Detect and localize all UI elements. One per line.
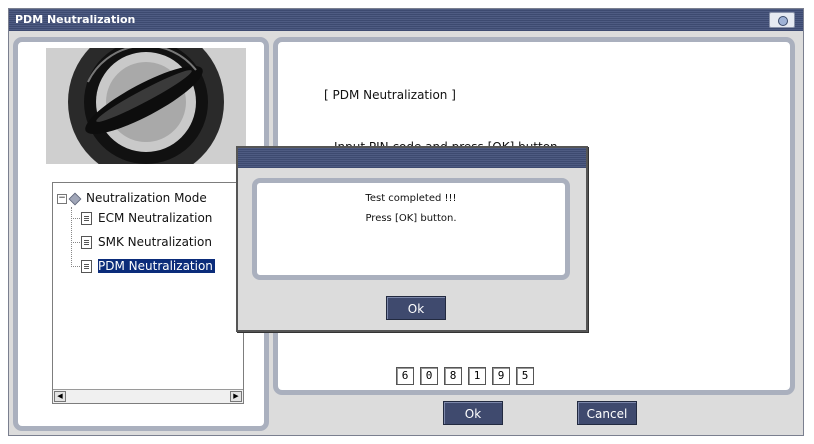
dialog-message-line2: Press [OK] button. — [365, 213, 457, 224]
camera-icon[interactable] — [769, 12, 795, 28]
pin-digit-field[interactable]: 8 — [444, 367, 462, 385]
title-bar: PDM Neutralization — [9, 9, 803, 31]
dialog-title-bar — [238, 148, 586, 168]
dialog-message-box: Test completed !!! Press [OK] button. — [252, 178, 570, 280]
window-title: PDM Neutralization — [15, 13, 136, 26]
dialog-ok-button[interactable]: Ok — [386, 296, 446, 320]
result-dialog: Test completed !!! Press [OK] button. Ok — [236, 146, 588, 332]
key-photo — [46, 48, 246, 164]
tree-item-smk[interactable]: SMK Neutralization — [81, 233, 212, 251]
tree-root[interactable]: − Neutralization Mode — [57, 189, 207, 207]
tree-item-label: ECM Neutralization — [98, 211, 213, 225]
ok-button[interactable]: Ok — [443, 401, 503, 425]
content-heading: [ PDM Neutralization ] — [324, 88, 456, 102]
tree-item-ecm[interactable]: ECM Neutralization — [81, 209, 212, 227]
neutralization-tree: − Neutralization Mode ECM Neutralization … — [52, 182, 244, 404]
pin-code-fields: 608195 — [396, 364, 540, 385]
left-panel: − Neutralization Mode ECM Neutralization … — [13, 37, 269, 431]
tree-item-pdm[interactable]: PDM Neutralization — [81, 257, 215, 275]
dialog-message-line1: Test completed !!! — [365, 193, 457, 204]
tree-root-label: Neutralization Mode — [86, 191, 207, 205]
pin-digit-field[interactable]: 9 — [492, 367, 510, 385]
pin-digit-field[interactable]: 5 — [516, 367, 534, 385]
minus-box-icon[interactable]: − — [57, 193, 67, 204]
tree-item-label: PDM Neutralization — [98, 259, 215, 273]
cancel-button[interactable]: Cancel — [577, 401, 637, 425]
document-icon — [81, 212, 92, 225]
pin-digit-field[interactable]: 1 — [468, 367, 486, 385]
pin-digit-field[interactable]: 0 — [420, 367, 438, 385]
horizontal-scrollbar[interactable]: ◀ ▶ — [53, 389, 243, 403]
tree-item-label: SMK Neutralization — [98, 235, 212, 249]
diamond-icon — [68, 192, 82, 205]
document-icon — [81, 260, 92, 273]
arrow-right-icon[interactable]: ▶ — [230, 391, 242, 402]
arrow-left-icon[interactable]: ◀ — [54, 391, 66, 402]
pin-digit-field[interactable]: 6 — [396, 367, 414, 385]
document-icon — [81, 236, 92, 249]
